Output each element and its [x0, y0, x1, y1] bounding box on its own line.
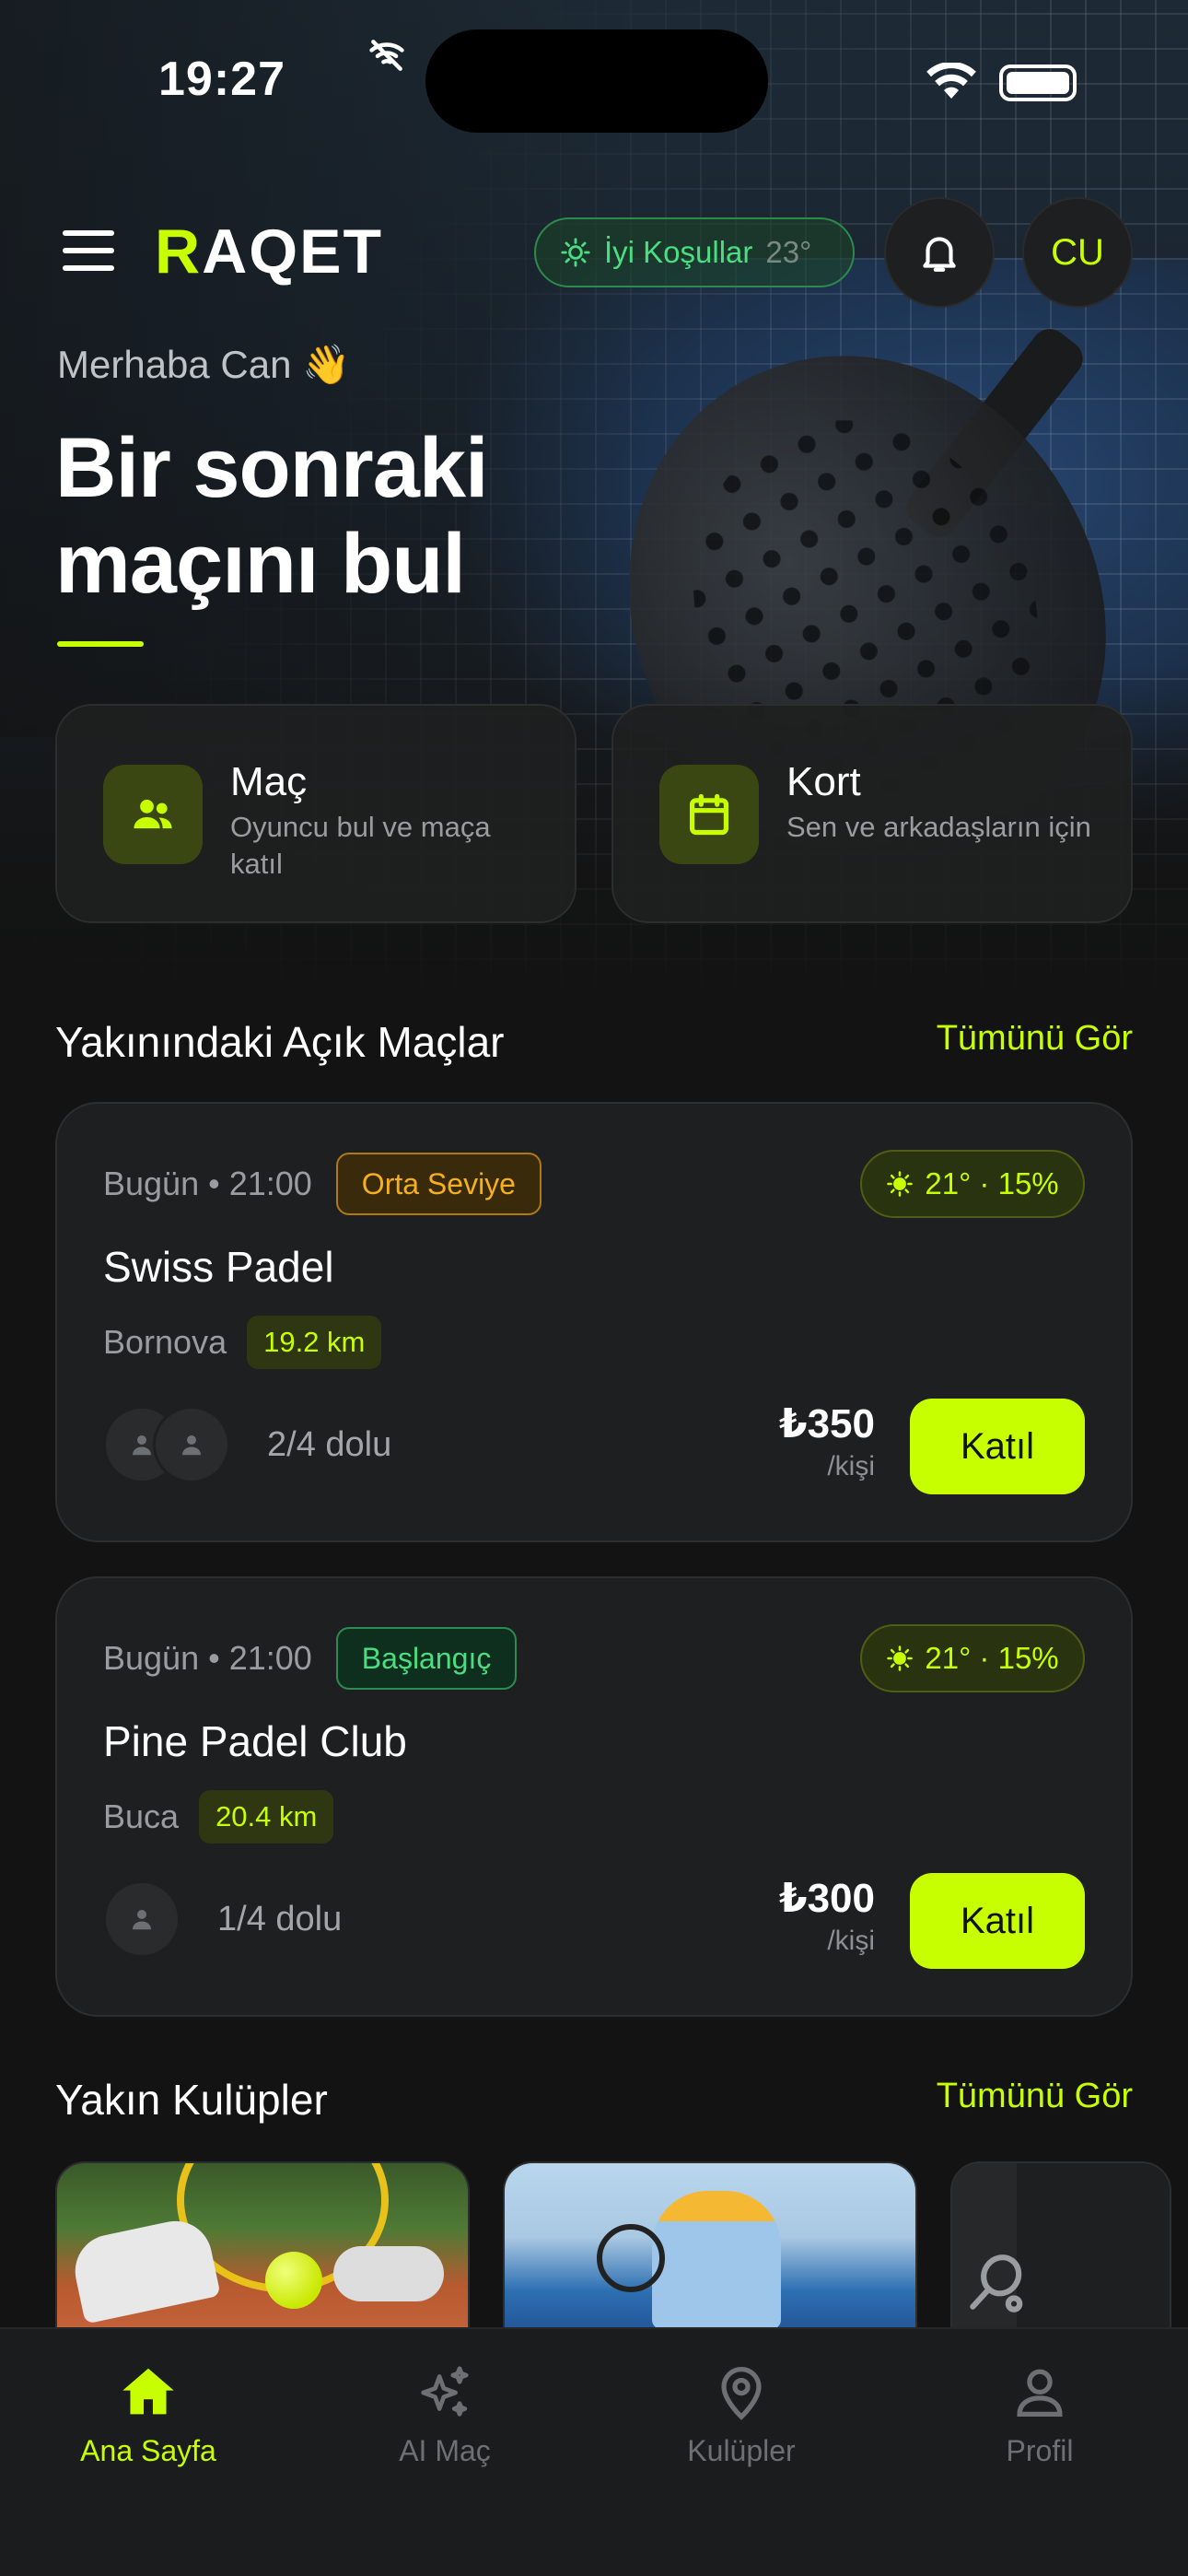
- price: ₺350 /kişi: [778, 1401, 875, 1481]
- nearby-clubs-title: Yakın Kulüpler: [55, 2076, 328, 2124]
- quick-action-court[interactable]: Kort Sen ve arkadaşların için: [611, 704, 1133, 923]
- distance-badge: 19.2 km: [247, 1316, 382, 1369]
- match-card[interactable]: Bugün • 21:00 Başlangıç 21° · 15% Pine P…: [55, 1576, 1133, 2017]
- racket-placeholder-icon: [970, 2254, 1023, 2313]
- page-title: Bir sonraki maçını bul: [55, 421, 489, 611]
- person-icon: [133, 1910, 151, 1930]
- quick-action-subtitle: Oyuncu bul ve maça katıl: [230, 811, 491, 880]
- greeting: Merhaba Can 👋: [57, 343, 351, 386]
- quick-action-title: Maç: [230, 759, 308, 804]
- players-count: 1/4 dolu: [217, 1899, 343, 1938]
- weather-label: İyi Koşullar: [604, 235, 753, 269]
- dynamic-island: [425, 29, 768, 133]
- status-time: 19:27: [158, 53, 285, 106]
- level-badge: Başlangıç: [335, 1627, 518, 1690]
- tennis-ball-image: [265, 2252, 322, 2309]
- sun-icon: [887, 1171, 914, 1197]
- battery-icon: [999, 64, 1077, 101]
- person-icon: [1017, 2369, 1063, 2417]
- weather-conditions-chip[interactable]: İyi Koşullar 23°: [534, 217, 855, 287]
- nearby-clubs-see-all-link[interactable]: Tümünü Gör: [937, 2077, 1133, 2116]
- join-button[interactable]: Katıl: [910, 1873, 1085, 1969]
- club-card[interactable]: [55, 2161, 470, 2327]
- location-pin-icon: [721, 2367, 762, 2420]
- avatar-initials: CU: [1051, 231, 1104, 273]
- people-icon: [134, 799, 172, 829]
- wifi-off-icon: [369, 40, 404, 71]
- club-name: Swiss Padel: [103, 1243, 334, 1291]
- menu-icon[interactable]: [63, 230, 114, 271]
- match-time: Bugün • 21:00: [103, 1639, 312, 1677]
- weather-temperature: 23°: [765, 235, 812, 269]
- match-weather-badge: 21° · 15%: [860, 1624, 1085, 1692]
- home-icon: [122, 2368, 174, 2415]
- avatar[interactable]: CU: [1022, 197, 1133, 308]
- club-location: Bornova: [103, 1323, 227, 1361]
- tab-clubs[interactable]: Kulüpler: [593, 2360, 890, 2468]
- join-button[interactable]: Katıl: [910, 1399, 1085, 1494]
- sun-icon: [887, 1645, 914, 1671]
- app-logo: RAQET: [155, 217, 384, 287]
- calendar-icon: [689, 793, 729, 836]
- tab-home[interactable]: Ana Sayfa: [0, 2360, 297, 2468]
- title-underline: [57, 641, 144, 647]
- match-card[interactable]: Bugün • 21:00 Orta Seviye 21° · 15% Swis…: [55, 1102, 1133, 1542]
- sparkles-icon: [421, 2366, 469, 2417]
- tab-bar: Ana Sayfa AI Maç Kulüpler Profil: [0, 2327, 1188, 2576]
- quick-action-subtitle: Sen ve arkadaşların için: [786, 811, 1091, 843]
- distance-badge: 20.4 km: [199, 1790, 334, 1844]
- person-icon: [182, 1435, 201, 1456]
- open-matches-see-all-link[interactable]: Tümünü Gör: [937, 1019, 1133, 1059]
- tab-profile[interactable]: Profil: [891, 2360, 1188, 2468]
- player-avatar: [153, 1406, 230, 1483]
- club-card[interactable]: [503, 2161, 917, 2327]
- match-time: Bugün • 21:00: [103, 1165, 312, 1202]
- tab-ai-match[interactable]: AI Maç: [297, 2360, 593, 2468]
- price: ₺300 /kişi: [778, 1876, 875, 1956]
- quick-action-match[interactable]: Maç Oyuncu bul ve maça katıl: [55, 704, 577, 923]
- players-count: 2/4 dolu: [267, 1424, 392, 1464]
- quick-action-title: Kort: [786, 759, 861, 804]
- open-matches-title: Yakınındaki Açık Maçlar: [55, 1018, 505, 1066]
- players-indicator: 2/4 dolu: [103, 1406, 391, 1483]
- match-weather-badge: 21° · 15%: [860, 1150, 1085, 1218]
- person-icon: [133, 1435, 151, 1456]
- player-avatar: [103, 1880, 181, 1958]
- sun-icon: [561, 238, 590, 267]
- notifications-button[interactable]: [884, 197, 995, 308]
- club-location: Buca: [103, 1797, 180, 1835]
- level-badge: Orta Seviye: [335, 1153, 542, 1215]
- player-image: [652, 2191, 781, 2327]
- wifi-icon: [926, 63, 976, 99]
- bell-icon: [923, 237, 956, 272]
- club-card[interactable]: [950, 2161, 1171, 2327]
- club-name: Pine Padel Club: [103, 1717, 407, 1765]
- players-indicator: 1/4 dolu: [103, 1880, 342, 1958]
